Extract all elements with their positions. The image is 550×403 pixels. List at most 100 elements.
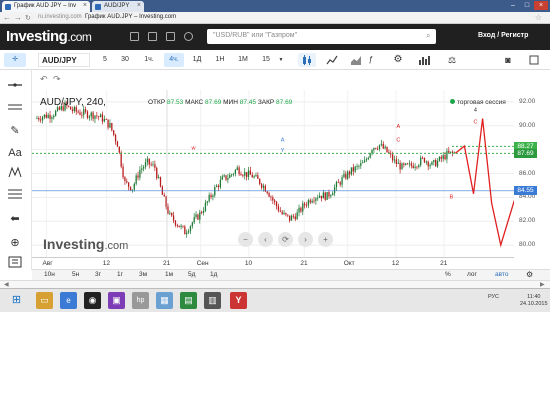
back-icon[interactable]: ←: [3, 13, 11, 22]
period-3y[interactable]: 3г: [95, 271, 101, 278]
search-icon[interactable]: ⌕: [426, 31, 430, 41]
candle-body: [376, 148, 379, 150]
hp-app-icon[interactable]: hp: [132, 292, 149, 309]
search-input[interactable]: "USD/RUB" или "Газпром": [207, 29, 436, 44]
indicators-icon[interactable]: [415, 53, 433, 67]
line-chart-icon[interactable]: [323, 53, 341, 67]
period-10y[interactable]: 10н: [44, 271, 55, 278]
period-5y[interactable]: 5н: [72, 271, 79, 278]
photo-app-icon[interactable]: ▣: [108, 292, 125, 309]
time-axis[interactable]: Авг 12 21 Сен 10 21 Окт 12 21: [32, 257, 514, 269]
investing-logo[interactable]: Investing.com: [6, 28, 92, 45]
settings-app-icon[interactable]: ▥: [204, 292, 221, 309]
candle-body: [234, 169, 237, 174]
reload-icon[interactable]: ↻: [25, 14, 31, 22]
zoom-in-icon[interactable]: +: [318, 232, 333, 247]
price-chart[interactable]: 4ACAYwCB: [32, 90, 514, 257]
interval-1h[interactable]: 1ч.: [139, 53, 159, 67]
language-indicator[interactable]: РУС: [488, 294, 499, 300]
interval-5[interactable]: 5: [97, 53, 113, 67]
percent-toggle[interactable]: %: [445, 271, 451, 278]
close-tab-icon[interactable]: ×: [83, 2, 87, 9]
zoom-out-icon[interactable]: −: [238, 232, 253, 247]
period-1m[interactable]: 1м: [165, 271, 173, 278]
globe-icon[interactable]: [184, 32, 193, 41]
browser-tab-active[interactable]: График AUD JPY – Inv ×: [2, 1, 90, 12]
page-scrollbar[interactable]: ◀ ▶: [0, 280, 550, 288]
ie-icon[interactable]: e: [60, 292, 77, 309]
brush-tool-icon[interactable]: ✎: [6, 122, 24, 140]
auto-toggle[interactable]: авто: [495, 271, 508, 278]
candle-body: [178, 225, 180, 228]
interval-30[interactable]: 30: [117, 53, 133, 67]
briefcase-icon[interactable]: [130, 32, 139, 41]
windows-taskbar: ⊞ ▭ e ◉ ▣ hp ▦ ▤ ▥ Y РУС 11:40 24.10.201…: [0, 288, 550, 312]
candle-body: [343, 173, 345, 178]
office-app-icon[interactable]: ▤: [180, 292, 197, 309]
candles-icon[interactable]: [298, 53, 316, 67]
redo-icon[interactable]: ↷: [53, 74, 61, 85]
start-button-icon[interactable]: ⊞: [8, 292, 25, 309]
url-field[interactable]: ru.investing.com График AUD.JPY – Invest…: [38, 14, 176, 20]
undo-icon[interactable]: ↶: [40, 74, 48, 85]
area-chart-icon[interactable]: [347, 53, 365, 67]
axis-settings-icon[interactable]: ⚙: [526, 270, 533, 279]
candle-body: [221, 176, 223, 180]
candle-body: [367, 157, 369, 160]
maximize-icon[interactable]: □: [520, 1, 534, 10]
interval-4h[interactable]: 4ч.: [164, 53, 184, 67]
period-5d[interactable]: 5д: [188, 271, 195, 278]
chart-type-value[interactable]: 15: [258, 53, 274, 67]
minimize-icon[interactable]: –: [506, 1, 520, 10]
measure-tool-icon[interactable]: [6, 256, 24, 274]
period-1y[interactable]: 1г: [117, 271, 123, 278]
camera-icon[interactable]: ◙: [499, 53, 517, 67]
media-player-icon[interactable]: ◉: [84, 292, 101, 309]
settings-gear-icon[interactable]: ⚙: [389, 53, 407, 67]
crosshair-tool-icon[interactable]: ✛: [4, 53, 26, 67]
bookmark-star-icon[interactable]: ☆: [535, 13, 542, 22]
fullscreen-icon[interactable]: [525, 53, 543, 67]
interval-1m[interactable]: 1М: [235, 53, 251, 67]
interval-1w[interactable]: 1Н: [212, 53, 228, 67]
log-toggle[interactable]: лог: [467, 271, 477, 278]
login-link[interactable]: Вход / Регистр: [478, 32, 528, 39]
scroll-left-icon[interactable]: ‹: [258, 232, 273, 247]
candle-body: [131, 189, 134, 191]
scroll-right-icon[interactable]: ›: [298, 232, 313, 247]
bell-icon[interactable]: [166, 32, 175, 41]
browser-tab[interactable]: AUD/JPY ×: [92, 1, 144, 12]
system-clock[interactable]: 11:40 24.10.2015: [520, 294, 548, 308]
fx-indicator-icon[interactable]: ƒ: [366, 53, 376, 67]
calendar-icon[interactable]: [148, 32, 157, 41]
x-tick-label: 21: [440, 260, 448, 267]
scroll-right-arrow-icon[interactable]: ▶: [540, 281, 545, 288]
x-tick-label: Окт: [343, 260, 355, 267]
chart-canvas[interactable]: 4ACAYwCB: [32, 90, 514, 257]
zoom-icon[interactable]: ⊕: [6, 234, 24, 252]
horizontal-line-tool-icon[interactable]: [6, 78, 24, 96]
file-explorer-icon[interactable]: ▭: [36, 292, 53, 309]
forward-icon[interactable]: →: [14, 13, 22, 22]
high-value: 87.69: [205, 99, 222, 106]
parallel-lines-tool-icon[interactable]: [6, 100, 24, 118]
yandex-browser-icon[interactable]: Y: [230, 292, 247, 309]
close-window-icon[interactable]: ×: [534, 1, 548, 10]
period-1d[interactable]: 1д: [210, 271, 217, 278]
chevron-down-icon[interactable]: ▼: [277, 53, 285, 67]
arrow-left-icon[interactable]: ⬅: [6, 210, 24, 228]
text-tool-icon[interactable]: Aa: [6, 144, 24, 162]
interval-1d[interactable]: 1Д: [189, 53, 205, 67]
symbol-selector[interactable]: AUD/JPY: [38, 53, 90, 67]
fibonacci-tool-icon[interactable]: [6, 188, 24, 206]
close-tab-icon[interactable]: ×: [137, 2, 141, 9]
period-3m[interactable]: 3м: [139, 271, 147, 278]
pattern-tool-icon[interactable]: [6, 166, 24, 184]
compare-scales-icon[interactable]: ⚖: [443, 53, 461, 67]
candle-body: [313, 200, 315, 202]
price-label-box: 84.55: [514, 186, 537, 196]
reset-chart-icon[interactable]: ⟳: [278, 232, 293, 247]
scroll-left-arrow-icon[interactable]: ◀: [4, 281, 9, 288]
tools-app-icon[interactable]: ▦: [156, 292, 173, 309]
candle-body: [47, 114, 49, 118]
